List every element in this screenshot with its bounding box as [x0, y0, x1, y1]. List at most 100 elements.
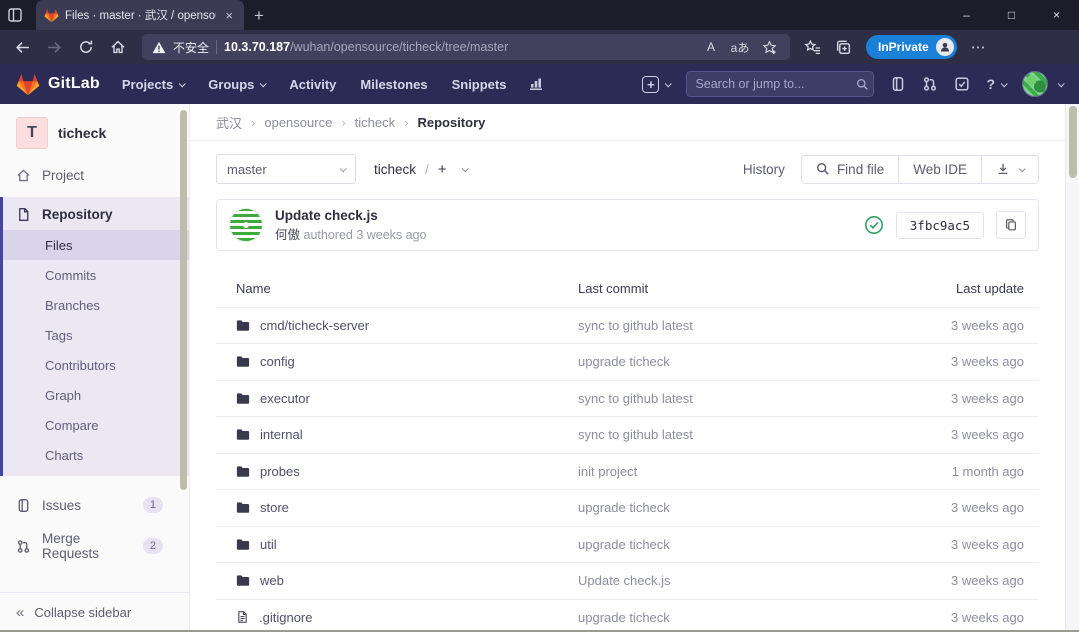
chevron-down-icon[interactable]: [461, 165, 468, 172]
file-name-link[interactable]: executor: [260, 391, 310, 406]
file-name-link[interactable]: util: [260, 537, 277, 552]
sidebar-item-files[interactable]: Files: [3, 230, 189, 260]
inprivate-label: InPrivate: [878, 40, 929, 54]
folder-icon: [236, 574, 250, 587]
commit-message-link[interactable]: Update check.js: [578, 573, 889, 588]
nav-item-projects[interactable]: Projects: [122, 77, 184, 92]
breadcrumb-item[interactable]: ticheck: [355, 115, 395, 130]
favorites-icon[interactable]: [804, 39, 821, 56]
refresh-icon[interactable]: [72, 33, 100, 61]
issues-nav-icon[interactable]: [890, 76, 906, 92]
find-file-button[interactable]: Find file: [802, 156, 898, 183]
nav-item-milestones[interactable]: Milestones: [360, 77, 427, 92]
tab-close-icon[interactable]: ×: [222, 8, 236, 23]
table-row: storeupgrade ticheck3 weeks ago: [216, 490, 1039, 527]
file-name-link[interactable]: .gitignore: [259, 610, 312, 625]
merge-requests-nav-icon[interactable]: [922, 76, 938, 92]
gitlab-logo[interactable]: GitLab: [16, 73, 100, 96]
file-name-link[interactable]: probes: [260, 464, 300, 479]
collections-icon[interactable]: [835, 39, 852, 56]
translate-icon[interactable]: aあ: [729, 36, 751, 58]
sidebar-item-commits[interactable]: Commits: [3, 260, 189, 290]
sidebar-scrollbar[interactable]: [180, 110, 187, 490]
file-name-link[interactable]: store: [260, 500, 289, 515]
commit-sha[interactable]: 3fbc9ac5: [896, 212, 984, 239]
file-name-link[interactable]: cmd/ticheck-server: [260, 318, 369, 333]
stats-icon[interactable]: [528, 76, 544, 92]
page-scrollbar[interactable]: [1065, 104, 1079, 632]
commit-meta-text: authored 3 weeks ago: [304, 228, 427, 242]
sidebar-item-compare[interactable]: Compare: [3, 410, 189, 440]
commit-author-link[interactable]: 何傲: [275, 228, 300, 242]
window-close-button[interactable]: ×: [1034, 0, 1079, 30]
commit-author-avatar[interactable]: [229, 208, 263, 242]
last-update-text: 1 month ago: [889, 464, 1039, 479]
commit-message-link[interactable]: sync to github latest: [578, 318, 889, 333]
new-menu-button[interactable]: +: [642, 76, 670, 93]
address-bar[interactable]: 不安全 10.3.70.187/wuhan/opensource/ticheck…: [142, 34, 790, 60]
todos-icon[interactable]: [954, 76, 970, 92]
sidebar-item-merge-requests[interactable]: Merge Requests 2: [0, 522, 189, 570]
commit-message-link[interactable]: upgrade ticheck: [578, 537, 889, 552]
commit-title-link[interactable]: Update check.js: [275, 206, 427, 226]
url-text[interactable]: 10.3.70.187/wuhan/opensource/ticheck/tre…: [224, 40, 693, 54]
folder-icon: [236, 465, 250, 478]
new-tab-button[interactable]: +: [254, 7, 264, 24]
settings-more-icon[interactable]: ⋯: [971, 38, 987, 56]
sidebar-item-contributors[interactable]: Contributors: [3, 350, 189, 380]
inprivate-badge[interactable]: InPrivate: [866, 35, 957, 59]
file-name-link[interactable]: config: [260, 354, 295, 369]
window-maximize-button[interactable]: □: [989, 0, 1034, 30]
back-icon[interactable]: [8, 33, 36, 61]
window-minimize-button[interactable]: –: [944, 0, 989, 30]
commit-message-link[interactable]: sync to github latest: [578, 391, 889, 406]
commit-message-link[interactable]: upgrade ticheck: [578, 500, 889, 515]
sidebar-project-header[interactable]: T ticheck: [0, 104, 189, 160]
download-button[interactable]: [981, 156, 1038, 183]
commit-message-link[interactable]: upgrade ticheck: [578, 354, 889, 369]
sidebar-item-tags[interactable]: Tags: [3, 320, 189, 350]
commit-message-link[interactable]: upgrade ticheck: [578, 610, 889, 625]
copy-sha-button[interactable]: [996, 211, 1026, 239]
folder-icon: [236, 501, 250, 514]
user-menu-button[interactable]: [1022, 71, 1063, 97]
sidebar-item-issues[interactable]: Issues 1: [0, 488, 189, 522]
breadcrumb-item[interactable]: opensource: [264, 115, 332, 130]
history-link[interactable]: History: [743, 162, 785, 177]
breadcrumb-item[interactable]: 武汉: [216, 113, 242, 132]
browser-tab[interactable]: Files · master · 武汉 / opensourc ×: [36, 0, 244, 30]
collapse-sidebar-button[interactable]: « Collapse sidebar: [0, 592, 189, 632]
sidebar-item-project[interactable]: Project: [0, 160, 189, 191]
commit-message-link[interactable]: sync to github latest: [578, 427, 889, 442]
file-name-link[interactable]: web: [260, 573, 284, 588]
commit-message-link[interactable]: init project: [578, 464, 889, 479]
read-aloud-icon[interactable]: A: [700, 36, 722, 58]
page-scrollbar-thumb[interactable]: [1069, 106, 1077, 178]
add-favorite-icon[interactable]: [758, 36, 780, 58]
toolbar-right: InPrivate ⋯: [804, 35, 993, 59]
nav-item-groups[interactable]: Groups: [208, 77, 265, 92]
sidebar-item-graph[interactable]: Graph: [3, 380, 189, 410]
forward-icon[interactable]: [40, 33, 68, 61]
branch-select[interactable]: master: [216, 154, 356, 184]
sidebar-item-branches[interactable]: Branches: [3, 290, 189, 320]
sidebar-item-repository[interactable]: Repository: [3, 199, 189, 230]
home-icon[interactable]: [104, 33, 132, 61]
nav-item-activity[interactable]: Activity: [289, 77, 336, 92]
branch-name: master: [227, 162, 267, 177]
breadcrumb-item[interactable]: Repository: [417, 115, 485, 130]
url-host: 10.3.70.187: [224, 40, 290, 54]
repo-path-name[interactable]: ticheck: [374, 162, 416, 177]
web-ide-button[interactable]: Web IDE: [898, 156, 981, 183]
pipeline-status-icon[interactable]: [864, 215, 884, 235]
sidebar-item-charts[interactable]: Charts: [3, 440, 189, 470]
search-input[interactable]: [695, 77, 856, 91]
file-name-link[interactable]: internal: [260, 427, 303, 442]
help-menu-button[interactable]: ?: [986, 76, 1006, 92]
nav-item-snippets[interactable]: Snippets: [452, 77, 507, 92]
add-file-button[interactable]: +: [438, 161, 447, 178]
last-update-text: 3 weeks ago: [889, 318, 1039, 333]
tab-actions-icon[interactable]: [0, 0, 30, 30]
security-warning-label[interactable]: 不安全: [173, 39, 209, 56]
document-icon: [16, 207, 31, 222]
